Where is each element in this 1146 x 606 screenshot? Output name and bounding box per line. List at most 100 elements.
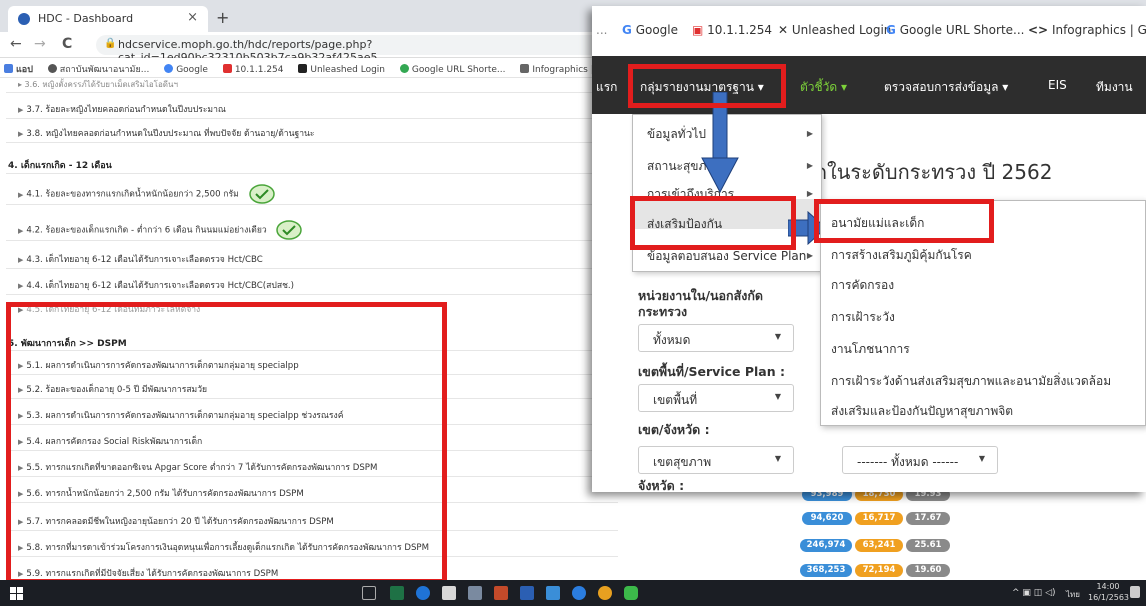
dropdown-arrow-icon: ▼ bbox=[774, 392, 781, 401]
bookmark-apps[interactable]: แอป bbox=[4, 62, 33, 76]
edge-icon[interactable] bbox=[416, 586, 430, 600]
submenu-item-mental-health[interactable]: ส่งเสริมและป้องกันปัญหาสุขภาพจิต bbox=[831, 402, 1013, 421]
new-tab-button[interactable]: + bbox=[216, 8, 229, 27]
submenu-item-surveillance[interactable]: การเฝ้าระวัง bbox=[831, 308, 895, 327]
nav-indicators[interactable]: ตัวชี้วัด ▾ bbox=[800, 78, 847, 97]
code-icon bbox=[520, 64, 530, 73]
notification-icon[interactable] bbox=[1130, 586, 1140, 598]
bookmark-label: 10.1.1.254 bbox=[707, 23, 773, 37]
unleashed-icon: ✕ bbox=[778, 23, 789, 37]
tab-title: HDC - Dashboard bbox=[38, 12, 134, 25]
report-row-label: 4.1. ร้อยละของทารกแรกเกิดน้ำหนักน้อยกว่า… bbox=[26, 189, 239, 200]
highlight-box-dspm bbox=[6, 302, 447, 584]
bookmark-unleashed[interactable]: Unleashed Login bbox=[298, 64, 385, 75]
select-value: เขตพื้นที่ bbox=[653, 393, 698, 407]
url-input[interactable]: 🔒 hdcservice.moph.go.th/hdc/reports/page… bbox=[96, 35, 616, 64]
nav-item-first[interactable]: แรก bbox=[596, 78, 617, 97]
line-icon[interactable] bbox=[624, 586, 638, 600]
nav-team[interactable]: ทีมงาน bbox=[1096, 78, 1133, 97]
bookmark-router[interactable]: 10.1.1.254 bbox=[222, 64, 284, 75]
select-value: ------- ทั้งหมด ------ bbox=[857, 455, 959, 469]
bookmark-label: Google URL Shorte... bbox=[899, 23, 1025, 37]
province-select[interactable]: เขตสุขภาพ ▼ bbox=[638, 446, 794, 474]
report-row-cutoff[interactable]: ▸ 3.6. หญิงตั้งครรภ์ได้รับยาเม็ดเสริมไอโ… bbox=[18, 78, 178, 91]
select-value: ทั้งหมด bbox=[653, 333, 691, 347]
browser-tab[interactable]: HDC - Dashboard × bbox=[8, 6, 208, 32]
input-language[interactable]: ไทย bbox=[1066, 588, 1080, 601]
report-row-label: 3.8. หญิงไทยคลอดก่อนกำหนดในปีงบประมาณ ที… bbox=[26, 129, 315, 139]
clock-time[interactable]: 14:00 bbox=[1090, 582, 1126, 591]
app-icon[interactable] bbox=[546, 586, 560, 600]
count-badge-done: 16,717 bbox=[855, 512, 903, 525]
unit-select[interactable]: ทั้งหมด ▼ bbox=[638, 324, 794, 352]
caret-right-icon: ▶ bbox=[806, 189, 813, 198]
section-title: 4. เด็กแรกเกิด - 12 เดือน bbox=[8, 161, 112, 171]
report-row[interactable]: ▶ 4.3. เด็กไทยอายุ 6-12 เดือนได้รับการเจา… bbox=[18, 252, 263, 266]
divider bbox=[6, 240, 618, 241]
count-badge-done: 72,194 bbox=[855, 564, 903, 577]
unleashed-icon bbox=[298, 64, 308, 73]
report-row[interactable]: ▶ 4.2. ร้อยละของเด็กแรกเกิด - ต่ำกว่า 6 เ… bbox=[18, 220, 303, 240]
caret-right-icon: ▶ bbox=[18, 190, 24, 199]
site-favicon-icon bbox=[18, 13, 30, 25]
store-icon[interactable] bbox=[442, 586, 456, 600]
bookmark-google[interactable]: Google bbox=[164, 64, 208, 75]
submenu-item-immunization[interactable]: การสร้างเสริมภูมิคุ้มกันโรค bbox=[831, 246, 972, 265]
caret-right-icon: ▶ bbox=[18, 256, 24, 264]
menu-item-general[interactable]: ข้อมูลทั่วไป bbox=[647, 125, 706, 144]
divider bbox=[6, 173, 618, 174]
back-button[interactable]: ← bbox=[10, 36, 22, 52]
caret-right-icon: ▶ bbox=[806, 161, 813, 170]
changwat-label: จังหวัด : bbox=[638, 478, 685, 492]
bookmark-url-shortener[interactable]: Google URL Shorte... bbox=[399, 64, 506, 75]
google-icon: G bbox=[622, 23, 632, 37]
zone-select[interactable]: เขตพื้นที่ ▼ bbox=[638, 384, 794, 412]
nav-data-check[interactable]: ตรวจสอบการส่งข้อมูล ▾ bbox=[884, 78, 1008, 97]
lock-icon: 🔒 bbox=[104, 38, 117, 49]
google-icon: G bbox=[886, 23, 896, 37]
nav-eis[interactable]: EIS bbox=[1048, 78, 1067, 92]
bookmark-router[interactable]: ▣ 10.1.1.254 bbox=[692, 23, 772, 37]
google-icon bbox=[164, 64, 174, 73]
submenu-item-environment[interactable]: การเฝ้าระวังด้านส่งเสริมสุขภาพและอนามัยส… bbox=[831, 372, 1111, 391]
clock-date[interactable]: 16/1/2563 bbox=[1088, 593, 1129, 602]
ie-icon[interactable] bbox=[572, 586, 586, 600]
powerpoint-icon[interactable] bbox=[494, 586, 508, 600]
caret-right-icon: ▶ bbox=[18, 130, 24, 138]
report-row[interactable]: ▶ 3.8. หญิงไทยคลอดก่อนกำหนดในปีงบประมาณ ท… bbox=[18, 126, 315, 140]
excel-icon[interactable] bbox=[390, 586, 404, 600]
report-row[interactable]: ▶ 3.7. ร้อยละหญิงไทยคลอดก่อนกำหนดในปีงบปร… bbox=[18, 102, 226, 116]
report-row[interactable]: ▶ 4.4. เด็กไทยอายุ 6-12 เดือนได้รับการเจา… bbox=[18, 278, 294, 292]
report-row-label: 3.7. ร้อยละหญิงไทยคลอดก่อนกำหนดในปีงบประ… bbox=[26, 105, 226, 115]
caret-right-icon: ▶ bbox=[18, 106, 24, 114]
all-select[interactable]: ------- ทั้งหมด ------ ▼ bbox=[842, 446, 998, 474]
province-label: เขต/จังหวัด : bbox=[638, 422, 710, 437]
bookmark-label: Google URL Shorte... bbox=[411, 65, 506, 75]
tray-icons[interactable]: ^ ▣ ◫ ◁) bbox=[1012, 588, 1056, 598]
windows-taskbar: ^ ▣ ◫ ◁) ไทย 14:00 16/1/2563 bbox=[0, 580, 1146, 606]
tab-close-icon[interactable]: × bbox=[187, 10, 198, 25]
windows-start-icon[interactable] bbox=[10, 587, 23, 600]
forward-button[interactable]: → bbox=[34, 36, 46, 52]
google-icon bbox=[399, 64, 409, 73]
photos-icon[interactable] bbox=[468, 586, 482, 600]
dropdown-arrow-icon: ▼ bbox=[774, 454, 781, 463]
ellipsis-text: ... bbox=[596, 23, 608, 37]
bookmark-unleashed[interactable]: ✕ Unleashed Login bbox=[778, 23, 891, 37]
caret-right-icon: ▶ bbox=[18, 226, 24, 235]
select-value: เขตสุขภาพ bbox=[653, 455, 712, 469]
highlight-box-nav bbox=[628, 64, 786, 108]
bookmark-item[interactable]: สถาบันพัฒนาอนามัย... bbox=[47, 62, 149, 76]
submenu-item-screening[interactable]: การคัดกรอง bbox=[831, 276, 894, 295]
submenu-item-nutrition[interactable]: งานโภชนาการ bbox=[831, 340, 910, 359]
bookmark-url-shortener[interactable]: G Google URL Shorte... bbox=[886, 23, 1024, 37]
report-row[interactable]: ▶ 4.1. ร้อยละของทารกแรกเกิดน้ำหนักน้อยกว่… bbox=[18, 184, 276, 204]
bookmark-infographics[interactable]: <> Infographics | Go bbox=[1028, 23, 1146, 37]
bookmark-google[interactable]: G Google bbox=[622, 23, 678, 37]
reload-button[interactable]: C bbox=[62, 36, 72, 52]
word-icon[interactable] bbox=[520, 586, 534, 600]
count-badge-total: 246,974 bbox=[800, 539, 852, 552]
zone-label: เขตพื้นที่/Service Plan : bbox=[638, 364, 785, 379]
chrome-icon[interactable] bbox=[598, 586, 612, 600]
task-view-icon[interactable] bbox=[362, 586, 376, 600]
